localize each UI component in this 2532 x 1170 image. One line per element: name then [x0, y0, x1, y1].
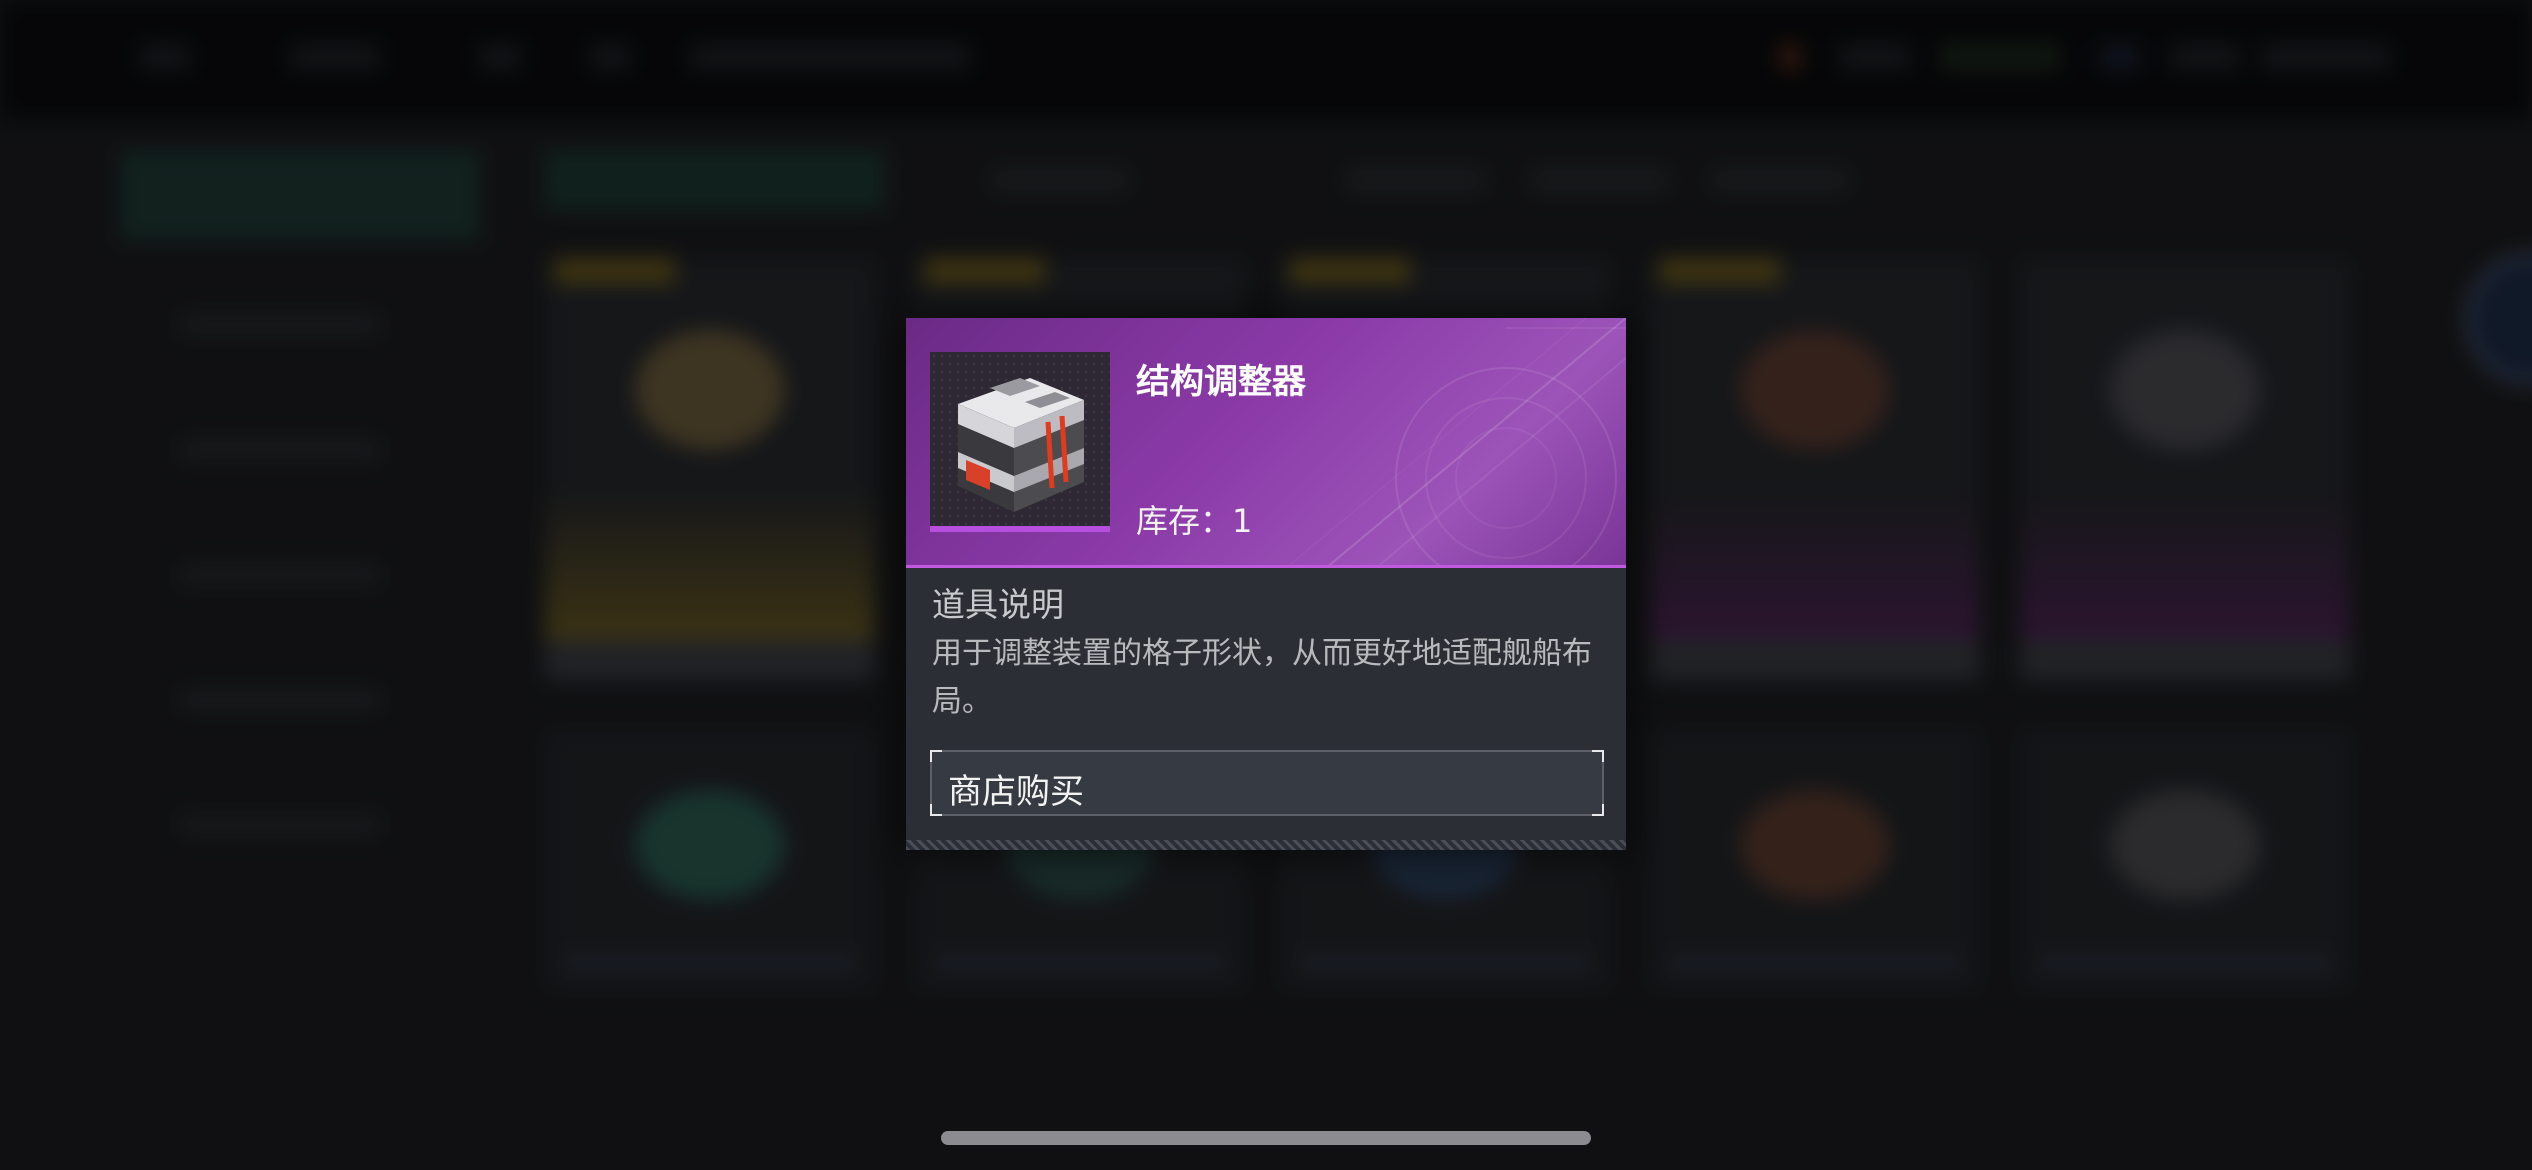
item-icon-frame	[930, 352, 1110, 532]
structure-adjuster-cube-icon	[958, 378, 1084, 512]
description-text: 用于调整装置的格子形状，从而更好地适配舰船布局。	[932, 636, 1592, 719]
shop-purchase-button[interactable]: 商店购买	[930, 750, 1604, 816]
home-indicator[interactable]	[941, 1131, 1591, 1145]
item-name: 结构调整器	[1136, 362, 1306, 402]
stock-value: 1	[1232, 502, 1253, 540]
stock-label: 库存：	[1136, 502, 1233, 540]
item-header: 结构调整器 库存：1	[906, 318, 1626, 568]
description-title: 道具说明	[932, 585, 1064, 624]
shop-purchase-label: 商店购买	[948, 772, 1084, 812]
stock-row: 库存：1	[1136, 496, 1252, 542]
popup-footer-stripes	[906, 840, 1626, 850]
item-detail-popup: 结构调整器 库存：1 道具说明 用于调整装置的格子形状，从而更好地适配舰船布局。…	[906, 318, 1626, 850]
